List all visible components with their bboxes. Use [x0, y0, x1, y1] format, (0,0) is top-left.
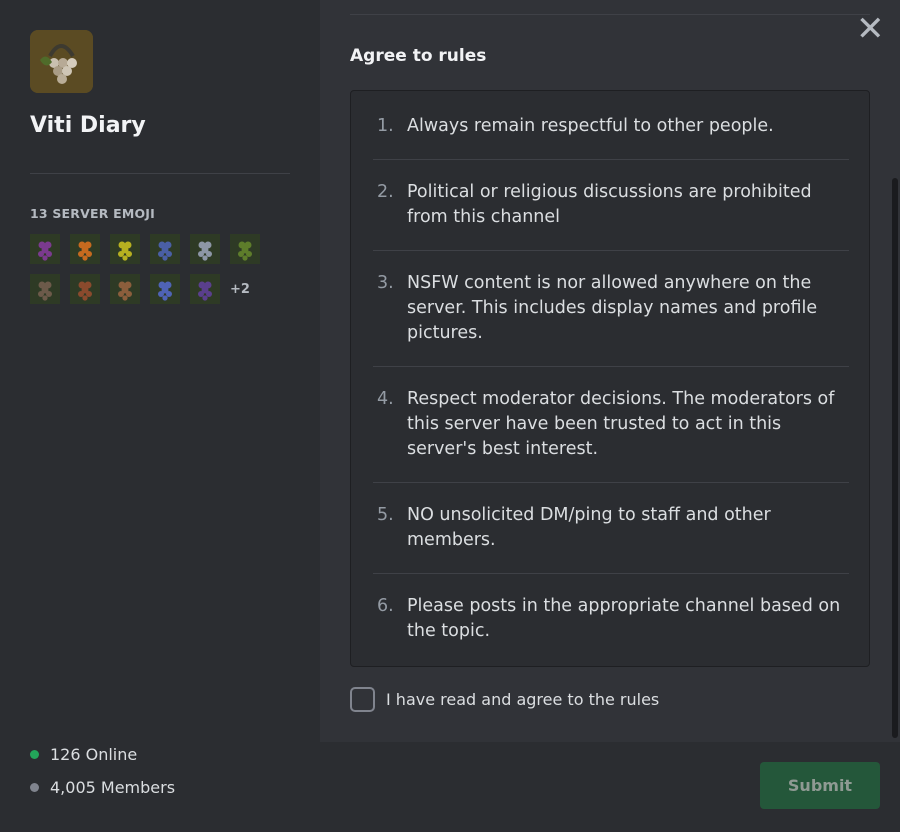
scrollbar[interactable] — [892, 178, 898, 738]
grape-green-emoji[interactable] — [230, 234, 260, 264]
rule-number: 5. — [377, 505, 394, 525]
divider — [350, 14, 870, 15]
cork-emoji[interactable] — [110, 274, 140, 304]
server-info-panel: Viti Diary 13 SERVER EMOJI +2 126 Online… — [0, 0, 320, 832]
server-icon — [30, 30, 93, 93]
grape-cluster-dark-emoji[interactable] — [190, 274, 220, 304]
wine-barrel-emoji[interactable] — [70, 274, 100, 304]
emoji-grid: +2 — [30, 234, 290, 304]
online-dot-icon — [30, 750, 39, 759]
member-count: 4,005 Members — [30, 778, 175, 797]
members-dot-icon — [30, 783, 39, 792]
rule-text: Please posts in the appropriate channel … — [407, 596, 841, 641]
grape-yellow-emoji[interactable] — [110, 234, 140, 264]
rule-divider — [373, 482, 849, 483]
divider — [30, 173, 290, 174]
grape-leaf-orange-emoji[interactable] — [70, 234, 100, 264]
rule-divider — [373, 250, 849, 251]
rule-number: 4. — [377, 389, 394, 409]
rules-panel: ✕ Agree to rules 1. Always remain respec… — [320, 0, 900, 832]
close-icon[interactable]: ✕ — [856, 12, 885, 46]
rules-title: Agree to rules — [350, 46, 487, 66]
agree-label[interactable]: I have read and agree to the rules — [386, 690, 659, 709]
rule-item: 4. Respect moderator decisions. The mode… — [373, 387, 849, 462]
rule-text: Always remain respectful to other people… — [407, 116, 774, 136]
grape-grey-emoji[interactable] — [190, 234, 220, 264]
rule-number: 6. — [377, 596, 394, 616]
rule-text: Political or religious discussions are p… — [407, 182, 812, 227]
grape-cluster-blue-emoji[interactable] — [150, 274, 180, 304]
rule-number: 2. — [377, 182, 394, 202]
server-name: Viti Diary — [30, 113, 146, 138]
rule-divider — [373, 159, 849, 160]
rule-text: NSFW content is nor allowed anywhere on … — [407, 273, 818, 343]
rule-divider — [373, 366, 849, 367]
grape-purple-emoji[interactable] — [30, 234, 60, 264]
members-label: 4,005 Members — [50, 778, 176, 797]
modal-footer: Submit — [320, 743, 900, 832]
rule-number: 1. — [377, 116, 394, 136]
vine-stem-emoji[interactable] — [30, 274, 60, 304]
rule-item: 1. Always remain respectful to other peo… — [373, 114, 849, 139]
rule-item: 3. NSFW content is nor allowed anywhere … — [373, 271, 849, 346]
rule-item: 5. NO unsolicited DM/ping to staff and o… — [373, 503, 849, 553]
rule-divider — [373, 573, 849, 574]
rule-item: 2. Political or religious discussions ar… — [373, 180, 849, 230]
rules-list: 1. Always remain respectful to other peo… — [350, 90, 870, 667]
rule-text: Respect moderator decisions. The moderat… — [407, 389, 835, 459]
rule-item: 6. Please posts in the appropriate chann… — [373, 594, 849, 644]
agree-checkbox[interactable] — [350, 687, 375, 712]
rule-text: NO unsolicited DM/ping to staff and othe… — [407, 505, 771, 550]
grape-blue-emoji[interactable] — [150, 234, 180, 264]
emoji-more-count[interactable]: +2 — [230, 282, 250, 297]
emoji-heading: 13 SERVER EMOJI — [30, 206, 156, 221]
agree-checkbox-row[interactable]: I have read and agree to the rules — [350, 687, 659, 712]
online-label: 126 Online — [50, 745, 138, 764]
rule-number: 3. — [377, 273, 394, 293]
submit-button[interactable]: Submit — [760, 762, 880, 809]
online-count: 126 Online — [30, 745, 137, 764]
